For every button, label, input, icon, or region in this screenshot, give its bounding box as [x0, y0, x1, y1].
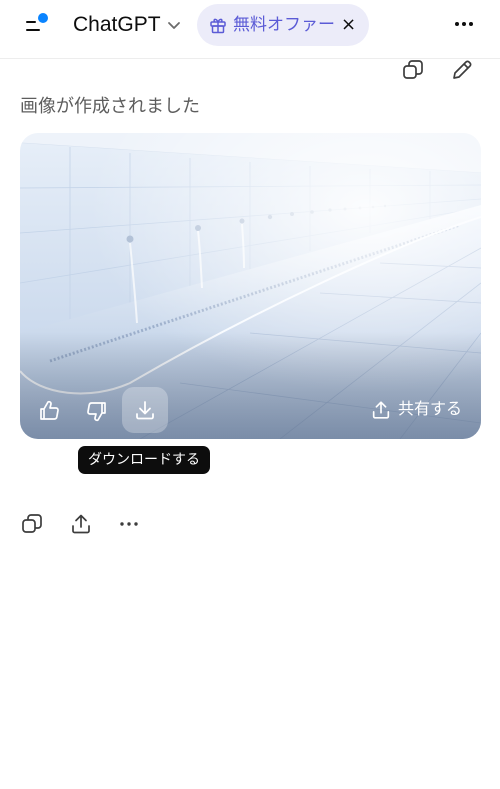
thumbs-up-button[interactable]: [26, 388, 72, 434]
share-icon: [372, 401, 390, 419]
thumbs-up-icon: [40, 400, 59, 420]
offer-label: 無料オファー: [233, 15, 335, 35]
thumbs-down-button[interactable]: [74, 388, 120, 434]
share-label: 共有する: [398, 399, 463, 418]
thumbs-down-icon: [87, 402, 106, 422]
download-tooltip: ダウンロードする: [78, 446, 210, 474]
more-icon[interactable]: [452, 12, 476, 36]
close-icon[interactable]: ×: [341, 14, 356, 36]
more-icon[interactable]: [117, 512, 141, 536]
menu-bar-bottom: [26, 29, 40, 31]
notification-dot: [38, 13, 48, 23]
download-button[interactable]: [122, 387, 168, 433]
copy-icon[interactable]: [20, 512, 44, 536]
app-title[interactable]: ChatGPT: [73, 12, 161, 38]
top-bar: ChatGPT 無料オファー ×: [0, 0, 500, 59]
gift-icon: [210, 18, 226, 34]
chevron-down-icon[interactable]: [166, 17, 182, 33]
image-created-status: 画像が作成されました: [20, 96, 200, 117]
generated-image[interactable]: 共有する: [20, 133, 481, 439]
free-offer-button[interactable]: 無料オファー ×: [197, 4, 369, 46]
share-icon[interactable]: [69, 512, 93, 536]
copy-icon[interactable]: [401, 58, 425, 82]
menu-bar-top: [26, 21, 36, 23]
edit-icon[interactable]: [450, 58, 474, 82]
download-icon: [136, 401, 154, 420]
menu-icon[interactable]: [22, 12, 52, 38]
